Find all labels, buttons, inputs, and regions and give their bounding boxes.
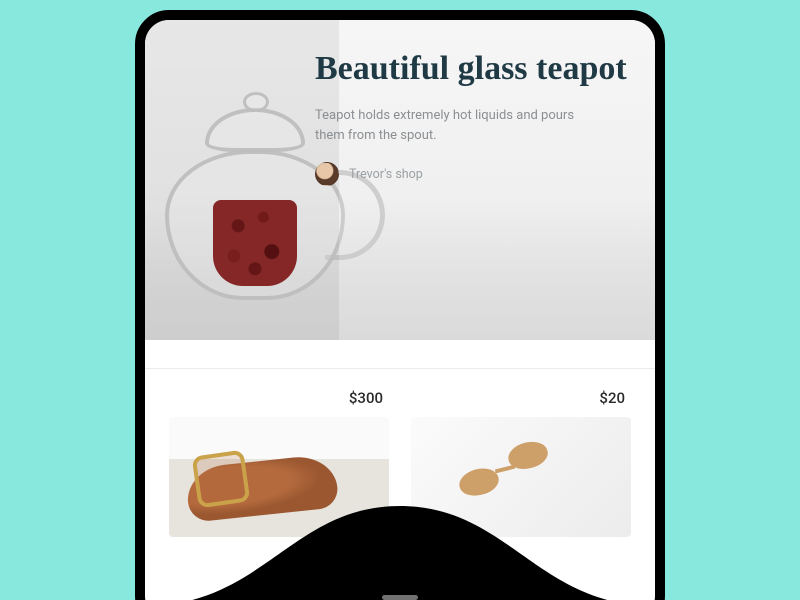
product-price: $20: [411, 385, 631, 417]
seller-row[interactable]: Trevor's shop: [315, 162, 631, 186]
home-indicator[interactable]: [382, 595, 418, 600]
hero-content: Beautiful glass teapot Teapot holds extr…: [315, 50, 631, 186]
product-price: $300: [169, 385, 389, 417]
product-title: Beautiful glass teapot: [315, 50, 631, 88]
device-frame: Beautiful glass teapot Teapot holds extr…: [135, 10, 665, 600]
product-card[interactable]: $300: [169, 385, 389, 537]
product-card[interactable]: $20: [411, 385, 631, 537]
product-description: Teapot holds extremely hot liquids and p…: [315, 106, 575, 146]
seller-avatar: [315, 162, 339, 186]
hero-section: Beautiful glass teapot Teapot holds extr…: [145, 20, 655, 340]
seller-name: Trevor's shop: [349, 167, 423, 182]
product-grid: $300 $20: [145, 369, 655, 537]
product-thumbnail-sunglasses: [411, 417, 631, 537]
product-thumbnail-belt: [169, 417, 389, 537]
